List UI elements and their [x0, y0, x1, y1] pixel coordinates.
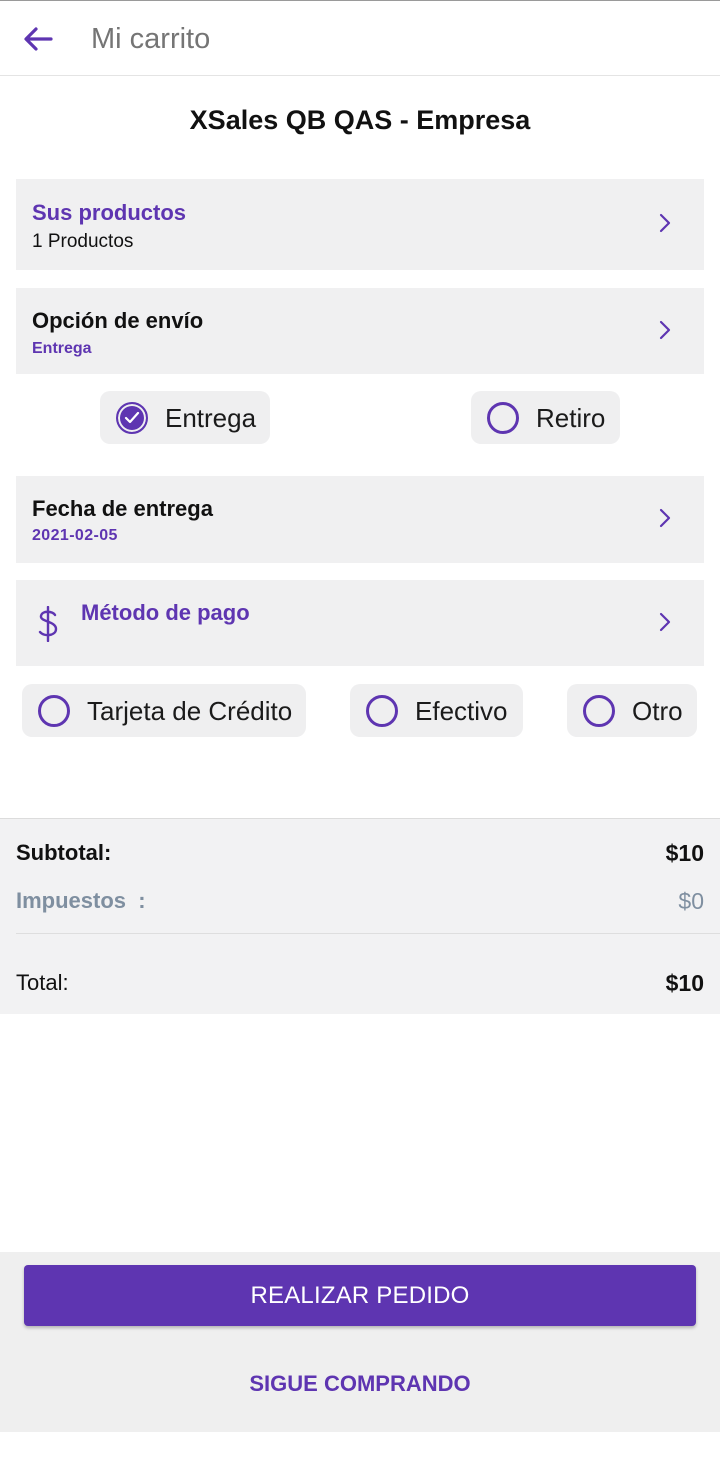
payment-option-cash[interactable]: Efectivo	[350, 684, 523, 737]
delivery-date-value: 2021-02-05	[32, 527, 118, 544]
payment-option-other[interactable]: Otro	[567, 684, 697, 737]
continue-shopping-button[interactable]: SIGUE COMPRANDO	[0, 1364, 720, 1404]
shipping-title: Opción de envío	[32, 308, 204, 333]
radio-unchecked-icon	[487, 401, 519, 434]
payment-option-label: Otro	[632, 695, 683, 726]
payment-method-card[interactable]: Método de pago	[16, 580, 704, 666]
radio-unchecked-icon	[366, 694, 398, 727]
products-title: Sus productos	[32, 200, 187, 225]
radio-unchecked-icon	[583, 694, 615, 727]
tax-row: Impuestos : $0	[16, 886, 704, 916]
delivery-date-card[interactable]: Fecha de entrega 2021-02-05	[16, 476, 704, 563]
payment-option-credit-card[interactable]: Tarjeta de Crédito	[22, 684, 306, 737]
total-value: $10	[665, 970, 704, 996]
back-button[interactable]	[18, 19, 58, 59]
chevron-right-icon	[659, 320, 671, 340]
shipping-option-label: Entrega	[165, 402, 257, 433]
tax-value: $0	[678, 888, 704, 914]
shipping-option-entrega[interactable]: Entrega	[100, 391, 270, 444]
place-order-button[interactable]: REALIZAR PEDIDO	[24, 1265, 696, 1326]
chevron-right-icon	[659, 508, 671, 528]
payment-option-label: Tarjeta de Crédito	[87, 695, 293, 726]
arrow-left-icon	[24, 27, 53, 51]
app-bar: Mi carrito	[0, 0, 720, 76]
subtotal-row: Subtotal: $10	[16, 838, 704, 868]
shipping-selected-value: Entrega	[32, 340, 92, 357]
subtotal-label: Subtotal:	[16, 840, 112, 865]
total-row: Total: $10	[16, 968, 704, 998]
chevron-right-icon	[659, 612, 671, 632]
payment-option-label: Efectivo	[415, 695, 508, 726]
radio-unchecked-icon	[38, 694, 70, 727]
divider	[16, 933, 720, 934]
tax-label: Impuestos :	[16, 888, 146, 913]
delivery-date-title: Fecha de entrega	[32, 496, 213, 521]
products-card[interactable]: Sus productos 1 Productos	[16, 179, 704, 270]
shipping-option-card[interactable]: Opción de envío Entrega	[16, 288, 704, 374]
subtotal-value: $10	[665, 840, 704, 866]
shipping-option-retiro[interactable]: Retiro	[471, 391, 620, 444]
radio-checked-icon	[116, 401, 148, 434]
payment-method-title: Método de pago	[81, 600, 250, 625]
products-count: 1 Productos	[32, 231, 134, 252]
dollar-icon	[38, 606, 58, 642]
bottom-actions: REALIZAR PEDIDO SIGUE COMPRANDO	[0, 1252, 720, 1432]
company-name: XSales QB QAS - Empresa	[189, 105, 531, 135]
total-label: Total:	[16, 970, 69, 995]
page-title: Mi carrito	[91, 23, 211, 55]
chevron-right-icon	[659, 213, 671, 233]
order-totals: Subtotal: $10 Impuestos : $0 Total: $10	[0, 818, 720, 1014]
shipping-option-label: Retiro	[536, 402, 606, 433]
